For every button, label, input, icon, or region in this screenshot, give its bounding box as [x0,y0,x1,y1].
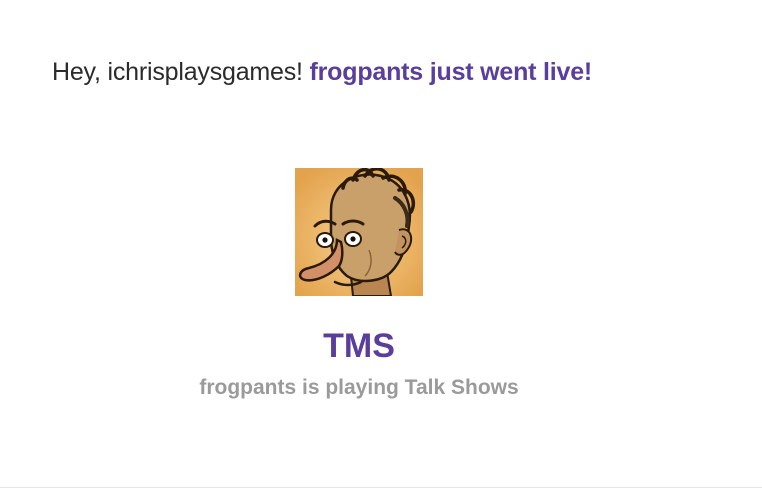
live-announcement: frogpants just went live! [309,58,593,86]
greeting-line: Hey, ichrisplaysgames! frogpants just we… [52,56,592,88]
bottom-divider [0,487,762,488]
stream-title[interactable]: TMS [0,325,718,367]
greeting-prefix: Hey, ichrisplaysgames! [52,58,310,86]
stream-subtitle: frogpants is playing Talk Shows [199,376,519,399]
channel-avatar[interactable] [295,168,423,296]
